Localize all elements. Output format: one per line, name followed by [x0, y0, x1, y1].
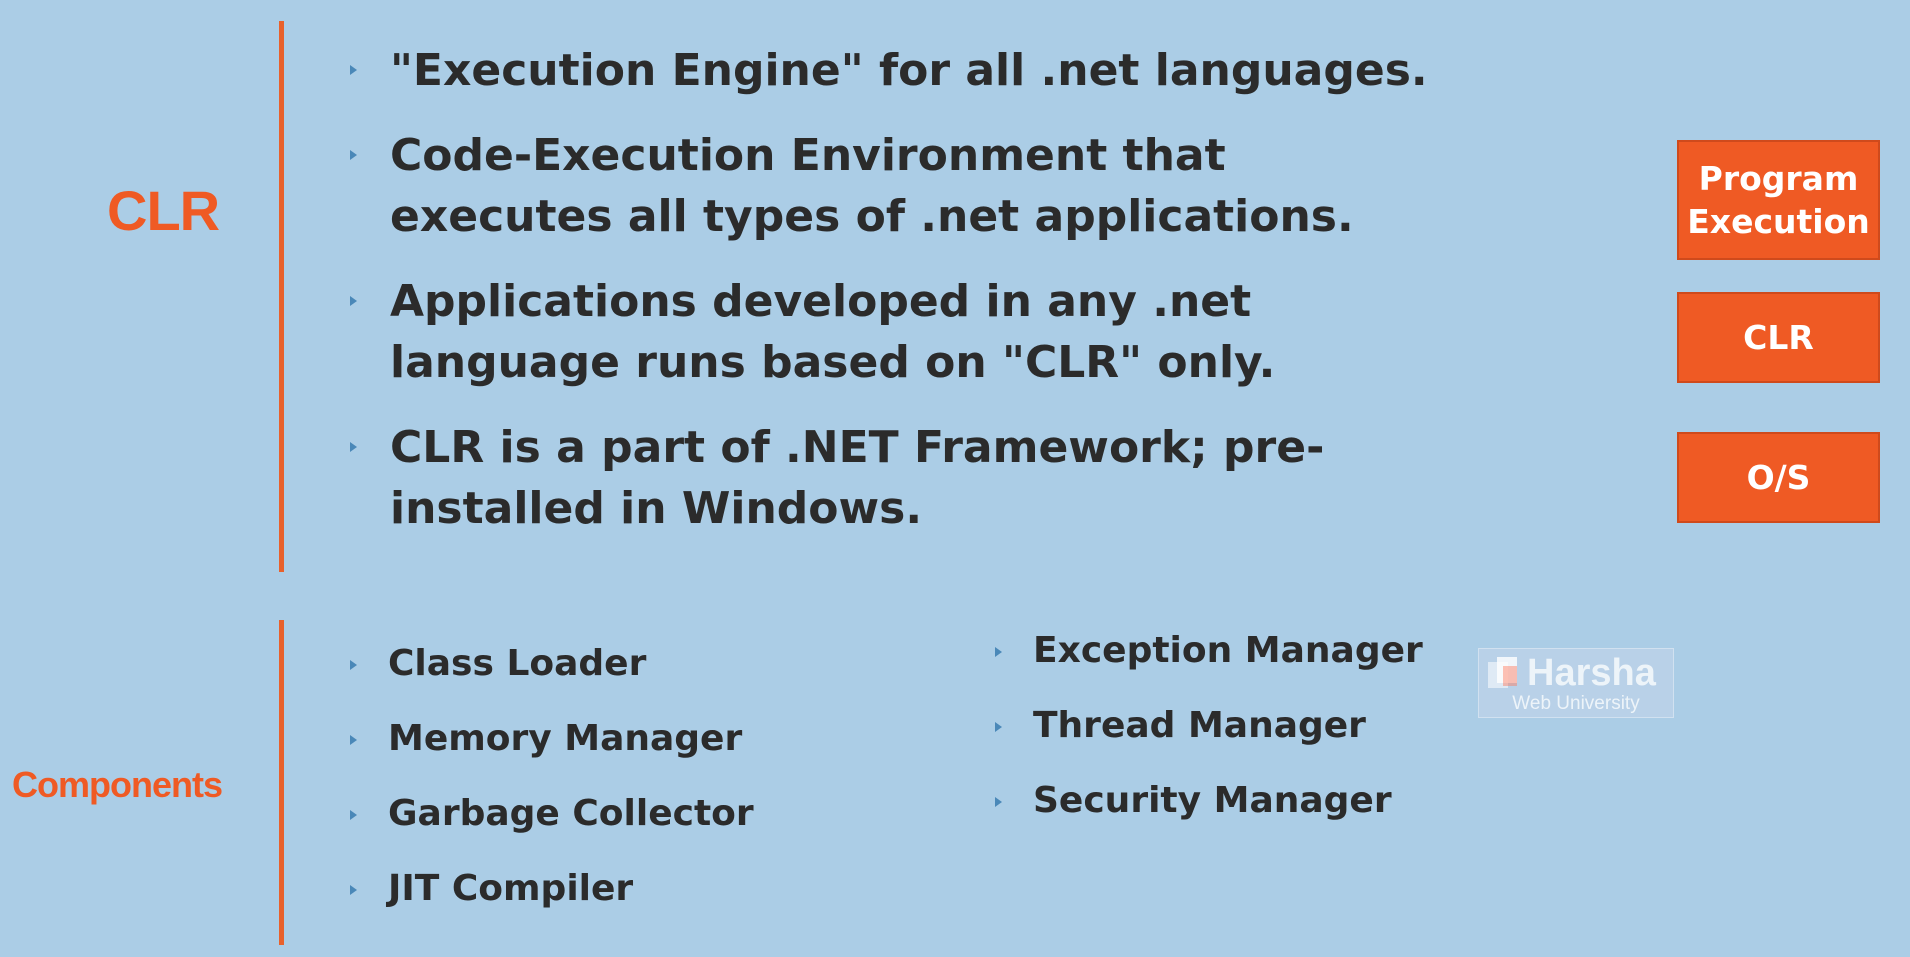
component-label: Class Loader [388, 643, 647, 684]
harsha-logo-icon [1488, 657, 1517, 688]
program-execution-box: Program Execution [1677, 140, 1880, 260]
list-item: Memory Manager [350, 718, 754, 760]
triangle-bullet-icon [350, 296, 357, 306]
triangle-bullet-icon [350, 150, 357, 160]
list-item: Thread Manager [995, 705, 1423, 747]
section-divider-bottom [279, 620, 284, 945]
components-list-right: Exception Manager Thread Manager Securit… [995, 630, 1423, 855]
triangle-bullet-icon [995, 722, 1002, 732]
list-item: CLR is a part of .NET Framework; pre-ins… [350, 417, 1460, 539]
list-item-text: Code-Execution Environment that executes… [390, 130, 1354, 242]
list-item: "Execution Engine" for all .net language… [350, 40, 1460, 101]
list-item: Security Manager [995, 780, 1423, 822]
list-item: Garbage Collector [350, 793, 754, 835]
triangle-bullet-icon [350, 442, 357, 452]
list-item: JIT Compiler [350, 868, 754, 910]
list-item: Class Loader [350, 643, 754, 685]
section-divider-top [279, 21, 284, 572]
watermark-name: Harsha [1527, 652, 1656, 694]
component-label: Security Manager [1033, 780, 1392, 821]
component-label: Exception Manager [1033, 630, 1423, 671]
component-label: Garbage Collector [388, 793, 754, 834]
component-label: JIT Compiler [388, 868, 634, 909]
components-list-left: Class Loader Memory Manager Garbage Coll… [350, 643, 754, 943]
clr-description-list: "Execution Engine" for all .net language… [350, 40, 1460, 563]
list-item-text: Applications developed in any .net langu… [390, 276, 1276, 388]
list-item-text: "Execution Engine" for all .net language… [390, 45, 1428, 96]
triangle-bullet-icon [350, 810, 357, 820]
os-box: O/S [1677, 432, 1880, 523]
clr-box: CLR [1677, 292, 1880, 383]
list-item: Applications developed in any .net langu… [350, 271, 1460, 393]
list-item: Code-Execution Environment that executes… [350, 125, 1460, 247]
triangle-bullet-icon [350, 735, 357, 745]
watermark: Harsha Web University [1478, 648, 1674, 718]
component-label: Thread Manager [1033, 705, 1366, 746]
clr-heading: CLR [107, 179, 220, 242]
triangle-bullet-icon [995, 647, 1002, 657]
list-item: Exception Manager [995, 630, 1423, 672]
triangle-bullet-icon [350, 885, 357, 895]
component-label: Memory Manager [388, 718, 743, 759]
triangle-bullet-icon [995, 797, 1002, 807]
list-item-text: CLR is a part of .NET Framework; pre-ins… [390, 422, 1325, 534]
watermark-subtitle: Web University [1512, 693, 1640, 714]
components-heading: Components [12, 764, 223, 805]
triangle-bullet-icon [350, 65, 357, 75]
triangle-bullet-icon [350, 660, 357, 670]
